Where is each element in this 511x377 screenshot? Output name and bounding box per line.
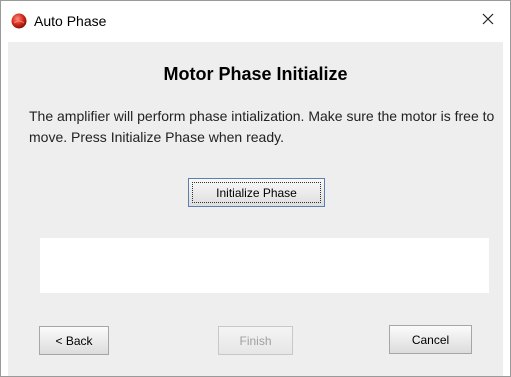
- finish-button[interactable]: Finish: [218, 326, 293, 355]
- back-button[interactable]: < Back: [39, 326, 109, 355]
- page-title: Motor Phase Initialize: [163, 64, 348, 84]
- red-sphere-icon: [11, 13, 27, 29]
- title-bar[interactable]: Auto Phase: [1, 1, 510, 41]
- auto-phase-window: Auto Phase Motor Phase Initialize The am…: [0, 0, 511, 377]
- window-title: Auto Phase: [34, 13, 107, 29]
- initialize-phase-button[interactable]: Initialize Phase: [188, 178, 325, 207]
- cancel-button[interactable]: Cancel: [389, 325, 472, 354]
- initialize-phase-label: Initialize Phase: [192, 182, 321, 203]
- close-icon: [482, 12, 494, 30]
- close-button[interactable]: [466, 1, 510, 41]
- status-text-area: [40, 238, 489, 293]
- dialog-client-area: Motor Phase Initialize The amplifier wil…: [8, 42, 503, 376]
- instruction-text: The amplifier will perform phase intiali…: [29, 108, 495, 145]
